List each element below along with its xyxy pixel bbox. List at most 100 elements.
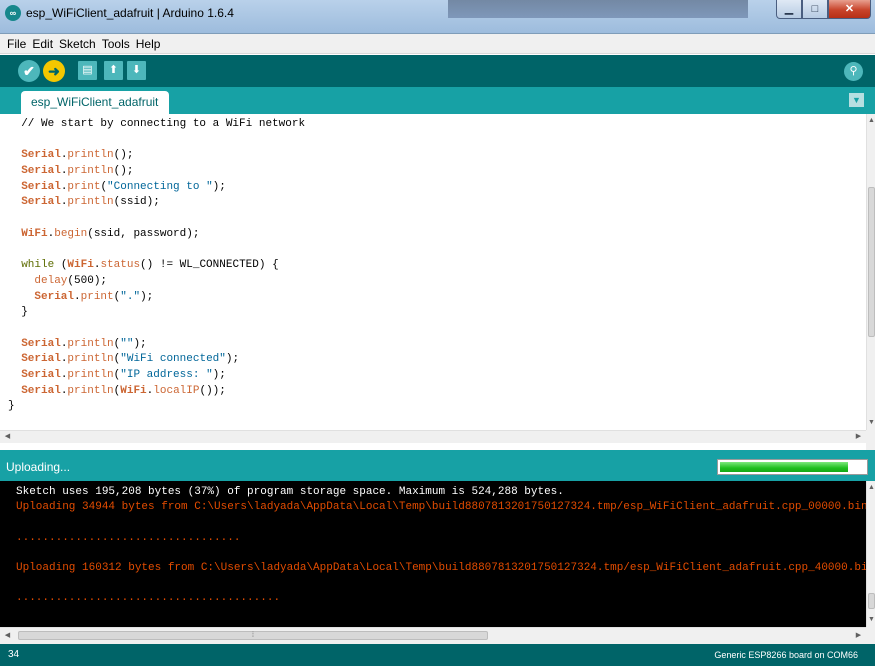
code-line[interactable]: delay(500);	[8, 274, 305, 290]
code-token: );	[212, 180, 226, 193]
code-token: Serial	[21, 180, 61, 193]
code-line[interactable]: Serial.println("WiFi connected");	[8, 352, 305, 368]
new-button[interactable]: ▤	[78, 61, 97, 80]
scroll-up-arrow-icon[interactable]: ▲	[867, 116, 875, 126]
code-line[interactable]: Serial.println("IP address: ");	[8, 368, 305, 384]
code-line[interactable]: Serial.println();	[8, 164, 305, 180]
window-title: esp_WiFiClient_adafruit | Arduino 1.6.4	[26, 6, 234, 20]
code-line[interactable]: Serial.println("");	[8, 337, 305, 353]
code-token: }	[8, 400, 15, 413]
console-line: Uploading 160312 bytes from C:\Users\lad…	[16, 562, 866, 574]
code-line[interactable]: Serial.println(ssid);	[8, 195, 305, 211]
code-token: status	[100, 259, 141, 272]
console-scroll-down-arrow-icon[interactable]: ▼	[867, 615, 875, 625]
code-line[interactable]: while (WiFi.status() != WL_CONNECTED) {	[8, 258, 305, 274]
code-token: Serial	[21, 149, 61, 162]
code-token: (ssid, password);	[87, 227, 200, 240]
console-line: Sketch uses 195,208 bytes (37%) of progr…	[16, 486, 564, 498]
tab-bar: esp_WiFiClient_adafruit ▼	[0, 87, 875, 114]
code-token: ();	[113, 165, 134, 178]
code-line[interactable]	[8, 211, 305, 227]
code-token: Serial	[21, 369, 61, 381]
maximize-button[interactable]: □	[802, 0, 828, 19]
code-token: ""	[120, 337, 134, 350]
scrollbar-corner	[866, 430, 875, 450]
code-token: delay	[34, 274, 68, 287]
code-editor[interactable]: // We start by connecting to a WiFi netw…	[0, 114, 866, 430]
menu-edit[interactable]: Edit	[29, 37, 56, 51]
code-token: );	[225, 353, 240, 366]
open-up-arrow-icon: ⬆	[108, 64, 119, 76]
console-scroll-right-arrow-icon[interactable]: ▶	[854, 631, 863, 641]
code-token: println	[67, 196, 114, 209]
code-line[interactable]: // We start by connecting to a WiFi netw…	[8, 117, 305, 133]
console-output[interactable]: Sketch uses 195,208 bytes (37%) of progr…	[0, 481, 866, 627]
code-line[interactable]: Serial.print(".");	[8, 290, 305, 306]
scroll-right-arrow-icon[interactable]: ▶	[854, 432, 863, 442]
chevron-down-icon: ▼	[852, 95, 861, 105]
tab-esp-wificlient-adafruit[interactable]: esp_WiFiClient_adafruit	[21, 91, 169, 114]
console-scroll-left-arrow-icon[interactable]: ◀	[3, 631, 12, 641]
console-hscroll-thumb[interactable]: ⁞	[18, 631, 488, 640]
code-line[interactable]: }	[8, 305, 305, 321]
window-controls: ▁ □ ✕	[776, 0, 871, 20]
console-vertical-scrollbar[interactable]: ▲ ▼	[866, 481, 875, 627]
code-line[interactable]: Serial.print("Connecting to ");	[8, 180, 305, 196]
code-token: (	[54, 259, 68, 272]
code-token: begin	[54, 227, 88, 240]
menu-tools[interactable]: Tools	[99, 37, 133, 51]
code-token: localIP	[153, 384, 200, 397]
code-token: println	[67, 369, 114, 381]
menu-bar: File Edit Sketch Tools Help	[0, 34, 875, 54]
code-token: );	[212, 369, 226, 381]
minimize-button[interactable]: ▁	[776, 0, 802, 19]
code-line[interactable]	[8, 243, 305, 259]
console-scroll-up-arrow-icon[interactable]: ▲	[867, 483, 875, 493]
code-token: WiFi	[67, 259, 94, 272]
code-line[interactable]: Serial.println();	[8, 148, 305, 164]
save-button[interactable]: ⬇	[127, 61, 146, 80]
editor-vertical-scrollbar[interactable]: ▲ ▼	[866, 114, 875, 430]
menu-help[interactable]: Help	[133, 37, 164, 51]
editor-horizontal-scrollbar[interactable]: ◀ ▶	[0, 430, 866, 443]
code-text[interactable]: // We start by connecting to a WiFi netw…	[8, 117, 305, 415]
close-button[interactable]: ✕	[828, 0, 871, 19]
bottom-status-bar: 34 Generic ESP8266 board on COM66	[0, 644, 875, 666]
code-line[interactable]	[8, 133, 305, 149]
code-line[interactable]	[8, 321, 305, 337]
tab-menu-button[interactable]: ▼	[849, 93, 864, 107]
title-bar: ∞ esp_WiFiClient_adafruit | Arduino 1.6.…	[0, 0, 875, 34]
code-token: "WiFi connected"	[120, 353, 226, 366]
editor-scroll-thumb[interactable]	[868, 187, 875, 337]
menu-sketch[interactable]: Sketch	[56, 37, 99, 51]
serial-monitor-button[interactable]: ⚲	[844, 62, 863, 81]
scroll-left-arrow-icon[interactable]: ◀	[3, 432, 12, 442]
code-token: Serial	[21, 353, 61, 366]
toolbar: ✔ ➜ ▤ ⬆ ⬇ ⚲	[0, 55, 875, 87]
code-line[interactable]: WiFi.begin(ssid, password);	[8, 227, 305, 243]
menu-file[interactable]: File	[4, 37, 29, 51]
check-icon: ✔	[23, 63, 35, 79]
scroll-down-arrow-icon[interactable]: ▼	[867, 418, 875, 428]
code-token: Serial	[34, 290, 75, 303]
code-line[interactable]: Serial.println(WiFi.localIP());	[8, 384, 305, 400]
code-token: WiFi	[120, 384, 147, 397]
verify-button[interactable]: ✔	[18, 60, 40, 82]
code-token: print	[80, 290, 114, 303]
code-line[interactable]: }	[8, 399, 305, 415]
console-horizontal-scrollbar[interactable]: ◀ ⁞ ▶	[0, 627, 866, 644]
code-token: print	[67, 180, 101, 193]
status-band: Uploading...	[0, 450, 875, 481]
open-button[interactable]: ⬆	[104, 61, 123, 80]
upload-button[interactable]: ➜	[43, 60, 65, 82]
upload-progress-bar	[717, 459, 868, 475]
console-scroll-thumb[interactable]	[868, 593, 875, 609]
